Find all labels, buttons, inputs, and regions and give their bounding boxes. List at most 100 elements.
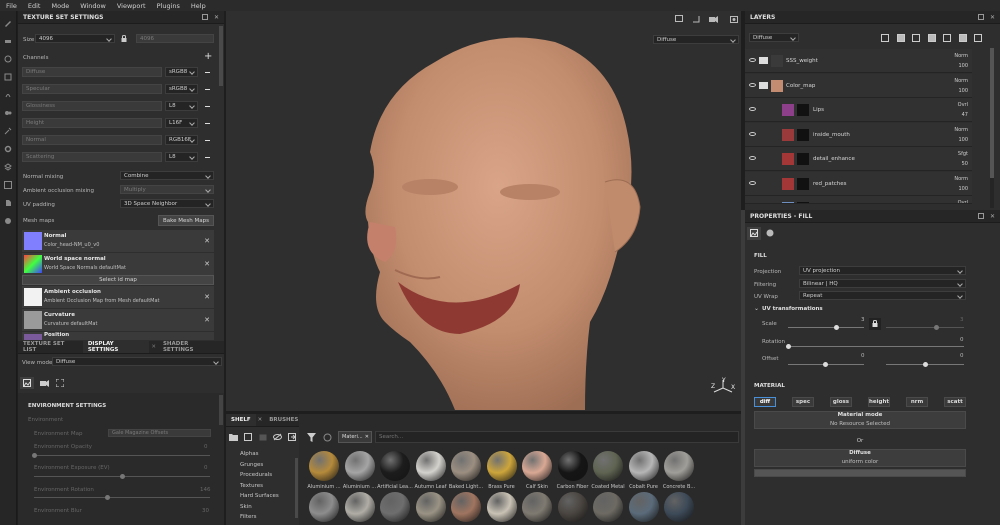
env-exposure-knob[interactable] [120,474,125,479]
eye-icon[interactable] [749,131,756,136]
material-thumbnail[interactable] [593,492,623,522]
material-thumbnail[interactable] [593,451,623,481]
material-thumbnail[interactable] [309,451,339,481]
material-chip-height[interactable]: height [868,397,890,407]
scale-slider-linked[interactable] [886,327,964,328]
eye-icon[interactable] [749,180,756,185]
geometry-mask-icon[interactable] [4,73,12,81]
layer-row[interactable]: SSS_weight Norm 100 [745,49,972,73]
material-thumbnail[interactable] [664,492,694,522]
material-thumbnail[interactable] [451,492,481,522]
shelf-category-item[interactable]: Alphas [240,451,259,457]
layer-blend-info[interactable]: Norm 100 [954,51,968,71]
folder-icon[interactable] [229,433,238,441]
channel-name-field[interactable]: Diffuse [22,67,162,77]
channel-name-field[interactable]: Glossiness [22,101,162,111]
scale-knob[interactable] [834,325,839,330]
shelf-category-item[interactable]: Textures [240,483,263,489]
close-icon[interactable]: ✕ [214,14,219,21]
remove-map-icon[interactable]: ✕ [204,260,210,268]
menu-edit[interactable]: Edit [28,2,41,10]
mesh-map-ambient-occlusion[interactable]: Ambient occlusion Ambient Occlusion Map … [22,286,214,308]
remove-channel-icon[interactable] [205,89,210,90]
channel-format-select[interactable]: L8 [165,101,198,111]
material-thumbnail[interactable] [344,492,375,522]
material-thumbnail[interactable] [522,492,552,522]
shelf-category-item[interactable]: Hard Surfaces [240,493,279,499]
tab-display-settings[interactable]: DISPLAY SETTINGS [82,341,150,353]
settings-icon[interactable] [4,217,12,225]
remove-filter-icon[interactable]: ✕ [365,434,371,440]
shelf-category-item[interactable]: Grunges [240,462,263,468]
rotation-knob[interactable] [786,344,791,349]
rotation-slider[interactable] [788,346,964,347]
import-icon[interactable] [259,433,268,441]
effects-icon[interactable] [943,34,951,42]
normal-mixing-select[interactable]: Combine [120,171,214,180]
lock-icon[interactable] [121,35,127,42]
properties-scrollbar[interactable] [741,210,745,525]
layer-blend-info[interactable]: Norm 100 [954,174,968,194]
sphere-icon[interactable] [766,229,774,237]
new-folder-icon[interactable] [244,433,253,441]
mesh-map-curvature[interactable]: Curvature Curvature defaultMat ✕ [22,309,214,331]
remove-channel-icon[interactable] [205,140,210,141]
layer-row[interactable]: detail_enhance Sfgt 50 [745,147,972,171]
select-id-map-button[interactable]: Select id map [22,275,214,285]
clone-icon[interactable] [4,109,12,117]
material-thumbnail[interactable] [664,451,694,481]
material-filter-chip[interactable]: Materi... ✕ [338,431,372,443]
menu-plugins[interactable]: Plugins [157,2,180,10]
scale-knob-linked[interactable] [934,325,939,330]
filter-icon[interactable] [307,433,316,442]
picker-icon[interactable] [4,127,12,135]
material-chip-nrm[interactable]: nrm [906,397,928,407]
material-chip-gloss[interactable]: gloss [830,397,852,407]
tab-shader-settings[interactable]: SHADER SETTINGS [158,341,224,353]
env-rotation-slider[interactable] [34,497,210,498]
material-thumbnail[interactable] [486,451,517,481]
offset-knob[interactable] [823,362,828,367]
layer-blend-info[interactable]: Norm 100 [954,125,968,145]
channel-name-field[interactable]: Specular [22,84,162,94]
shelf-category-item[interactable]: Filters [240,514,257,520]
material-thumbnail[interactable] [415,451,446,481]
material-thumbnail[interactable] [309,492,339,522]
remove-channel-icon[interactable] [205,106,210,107]
scale-slider[interactable] [788,327,864,328]
close-icon[interactable]: ✕ [149,341,158,353]
paint-brush-icon[interactable] [4,19,12,27]
fullscreen-icon[interactable] [56,379,64,387]
layer-row[interactable]: red_patches Norm 100 [745,171,972,196]
env-map-field[interactable]: Gale Magazine Offsets [108,429,211,437]
menu-help[interactable]: Help [191,2,206,10]
layer-row[interactable]: Ovrl [745,196,972,204]
close-icon[interactable]: ✕ [990,14,995,21]
screenshot-icon[interactable] [730,15,738,23]
shelf-category-item[interactable]: Procedurals [240,472,272,478]
menu-file[interactable]: File [6,2,17,10]
material-thumbnail[interactable] [415,492,446,522]
close-icon[interactable]: ✕ [990,213,995,220]
eye-icon[interactable] [749,107,756,111]
tab-texture-set-list[interactable]: TEXTURE SET LIST [18,341,83,353]
remove-channel-icon[interactable] [205,123,210,124]
remove-channel-icon[interactable] [205,157,210,158]
close-icon[interactable]: ✕ [256,414,265,426]
layer-blend-info[interactable]: Norm 100 [954,76,968,96]
filtering-select[interactable]: Bilinear | HQ [799,279,966,288]
material-thumbnail[interactable] [380,451,410,481]
gear-icon[interactable] [4,145,12,153]
undock-icon[interactable] [977,212,984,219]
eye-icon[interactable] [749,82,756,87]
remove-map-icon[interactable]: ✕ [204,237,210,245]
uv-padding-select[interactable]: 3D Space Neighbor [120,199,214,208]
trash-icon[interactable] [974,34,982,42]
group-icon[interactable] [958,34,967,42]
ao-mixing-select[interactable]: Multiply [120,185,214,194]
uv-wrap-select[interactable]: Repeat [799,291,966,300]
mesh-map-normal[interactable]: Normal Color_head-NM_u0_v0 ✕ [22,230,214,252]
export-icon[interactable] [288,433,297,441]
camera-icon[interactable] [40,379,49,387]
projection-icon[interactable] [4,55,12,63]
